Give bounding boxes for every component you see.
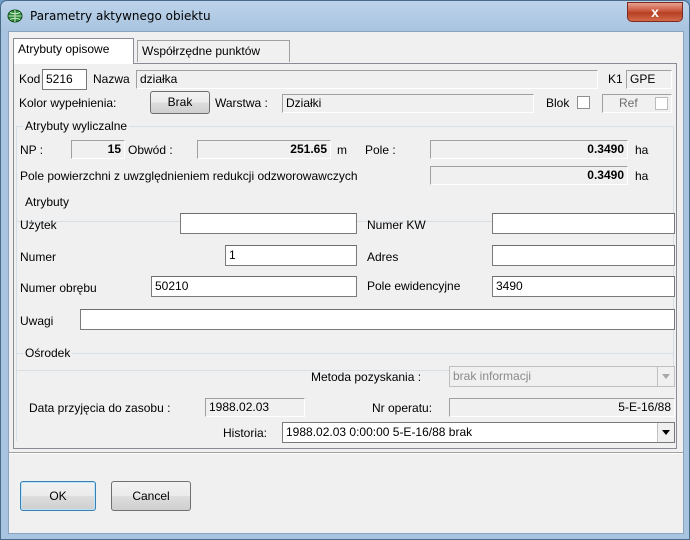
cancel-button[interactable]: Cancel bbox=[111, 481, 191, 511]
warstwa-field: Działki bbox=[282, 94, 534, 113]
reduced-value: 0.3490 bbox=[430, 166, 628, 185]
reduced-label: Pole powierzchni z uwzględnieniem redukc… bbox=[20, 169, 358, 183]
k1-label: K1 bbox=[608, 72, 623, 86]
attributes-group-title: Atrybuty bbox=[23, 195, 72, 209]
pole-label: Pole : bbox=[365, 143, 396, 157]
blok-checkbox[interactable] bbox=[577, 96, 590, 109]
obreb-field[interactable]: 50210 bbox=[151, 276, 357, 297]
nr-operatu-label: Nr operatu: bbox=[372, 401, 433, 415]
kod-field[interactable]: 5216 bbox=[42, 69, 87, 90]
nazwa-field: działka bbox=[136, 70, 598, 89]
osrodek-group: Ośrodek Metoda pozyskania : brak informa… bbox=[16, 346, 675, 443]
historia-select[interactable]: 1988.02.03 0:00:00 5-E-16/88 brak bbox=[282, 422, 675, 443]
attributes-group: Atrybuty Użytek Numer KW Numer 1 Adres N… bbox=[16, 195, 675, 371]
nr-operatu-value: 5-E-16/88 bbox=[449, 398, 675, 417]
title-bar[interactable]: Parametry aktywnego obiektu x bbox=[1, 1, 689, 31]
adres-label: Adres bbox=[367, 250, 399, 264]
numer-label: Numer bbox=[20, 250, 57, 264]
osrodek-group-title: Ośrodek bbox=[23, 346, 73, 360]
ok-button[interactable]: OK bbox=[20, 481, 96, 511]
tab-panel: Kod 5216 Nazwa działka K1 GPE Kolor wype… bbox=[13, 63, 677, 449]
divider bbox=[9, 452, 683, 454]
adres-field[interactable] bbox=[492, 245, 675, 266]
pole-ewidencyjne-field[interactable]: 3490 bbox=[492, 276, 675, 297]
historia-value: 1988.02.03 0:00:00 5-E-16/88 brak bbox=[286, 425, 473, 439]
numer-kw-label: Numer KW bbox=[367, 218, 426, 232]
pole-ewidencyjne-label: Pole ewidencyjne bbox=[367, 279, 461, 293]
dialog-window: Parametry aktywnego obiektu x Atrybuty o… bbox=[0, 0, 690, 540]
uwagi-label: Uwagi bbox=[20, 314, 54, 328]
data-przyjecia-value: 1988.02.03 bbox=[205, 398, 305, 417]
chevron-down-icon bbox=[657, 367, 674, 386]
pole-value: 0.3490 bbox=[430, 140, 628, 159]
data-przyjecia-label: Data przyjęcia do zasobu : bbox=[29, 401, 171, 415]
reduced-unit: ha bbox=[635, 169, 649, 183]
obwod-label: Obwód : bbox=[128, 143, 173, 157]
kolor-label: Kolor wypełnienia: bbox=[19, 96, 117, 110]
close-button[interactable]: x bbox=[627, 2, 683, 22]
kod-label: Kod bbox=[19, 72, 41, 86]
computed-group-title: Atrybuty wyliczalne bbox=[23, 119, 130, 133]
tab-atrybuty-opisowe[interactable]: Atrybuty opisowe bbox=[13, 38, 134, 64]
uzytek-label: Użytek bbox=[20, 218, 57, 232]
warstwa-label: Warstwa : bbox=[215, 96, 268, 110]
kolor-button[interactable]: Brak bbox=[150, 91, 210, 114]
tab-wspolrzedne-punktow[interactable]: Współrzędne punktów bbox=[137, 40, 290, 62]
numer-field[interactable]: 1 bbox=[225, 245, 357, 266]
uwagi-field[interactable] bbox=[80, 309, 675, 330]
nazwa-label: Nazwa bbox=[93, 72, 130, 86]
obwod-value: 251.65 bbox=[197, 140, 331, 159]
blok-label: Blok bbox=[546, 96, 570, 110]
metoda-select[interactable]: brak informacji bbox=[449, 366, 675, 387]
ref-label: Ref bbox=[619, 96, 638, 110]
metoda-label: Metoda pozyskania : bbox=[311, 370, 422, 384]
pole-unit: ha bbox=[635, 143, 649, 157]
ref-checkbox[interactable] bbox=[655, 97, 668, 110]
chevron-down-icon bbox=[657, 423, 674, 442]
numer-kw-field[interactable] bbox=[492, 213, 675, 234]
dialog-client: Atrybuty opisowe Współrzędne punktów Kod… bbox=[8, 31, 684, 534]
historia-label: Historia: bbox=[223, 426, 268, 440]
np-label: NP : bbox=[20, 143, 44, 157]
obreb-label: Numer obrębu bbox=[20, 281, 97, 295]
np-value: 15 bbox=[71, 140, 125, 159]
layers-icon bbox=[7, 9, 23, 23]
uzytek-field[interactable] bbox=[180, 213, 357, 234]
metoda-value: brak informacji bbox=[453, 369, 532, 383]
k1-field: GPE bbox=[626, 70, 672, 89]
obwod-unit: m bbox=[337, 143, 347, 157]
ref-field: Ref bbox=[602, 94, 672, 113]
window-title: Parametry aktywnego obiektu bbox=[30, 9, 211, 23]
